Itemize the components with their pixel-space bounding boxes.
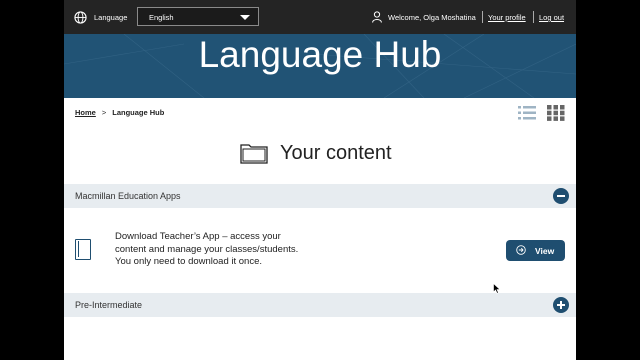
your-profile-link[interactable]: Your profile	[488, 13, 526, 22]
language-label: Language	[94, 13, 128, 22]
view-button-label: View	[535, 246, 555, 256]
divider	[533, 11, 534, 23]
globe-icon	[74, 11, 87, 24]
breadcrumb-home-link[interactable]: Home	[75, 108, 96, 117]
mouse-cursor-icon	[493, 283, 501, 294]
language-selected-value: English	[149, 13, 174, 22]
list-view-icon[interactable]	[518, 105, 536, 121]
breadcrumb-current: Language Hub	[112, 108, 165, 117]
section-header-macmillan-apps[interactable]: Macmillan Education Apps	[64, 184, 576, 208]
description-line: You only need to download it once.	[115, 256, 263, 267]
view-button[interactable]: View	[506, 240, 565, 261]
folder-icon	[240, 144, 268, 164]
arrow-right-circle-icon	[516, 245, 526, 255]
hero-title: Language Hub	[198, 34, 442, 75]
language-select[interactable]: English	[137, 7, 259, 26]
your-content-title: Your content	[280, 142, 392, 164]
language-hub-page: Language English Welcome, Olga Moshatina…	[64, 0, 576, 360]
grid-view-icon[interactable]	[547, 105, 565, 121]
chevron-down-icon	[240, 15, 250, 20]
log-out-link[interactable]: Log out	[539, 13, 564, 22]
description-line: content and manage your classes/students…	[115, 243, 299, 255]
section-label: Macmillan Education Apps	[75, 191, 181, 201]
user-icon	[372, 11, 382, 23]
teacher-app-description: Download Teacher’s App – access your con…	[115, 231, 355, 269]
breadcrumb: Home > Language Hub	[75, 108, 164, 117]
section-header-pre-intermediate[interactable]: Pre-Intermediate	[64, 293, 576, 317]
breadcrumb-separator: >	[101, 108, 107, 117]
expand-icon[interactable]	[553, 297, 569, 313]
collapse-icon[interactable]	[553, 188, 569, 204]
description-line: Download Teacher’s App – access your	[115, 231, 281, 242]
welcome-text: Welcome, Olga Moshatina	[388, 13, 476, 22]
hero-banner: Language Hub	[64, 34, 576, 98]
book-icon	[75, 239, 91, 260]
section-label: Pre-Intermediate	[75, 300, 143, 310]
divider	[482, 11, 483, 23]
top-bar: Language English Welcome, Olga Moshatina…	[64, 0, 576, 34]
